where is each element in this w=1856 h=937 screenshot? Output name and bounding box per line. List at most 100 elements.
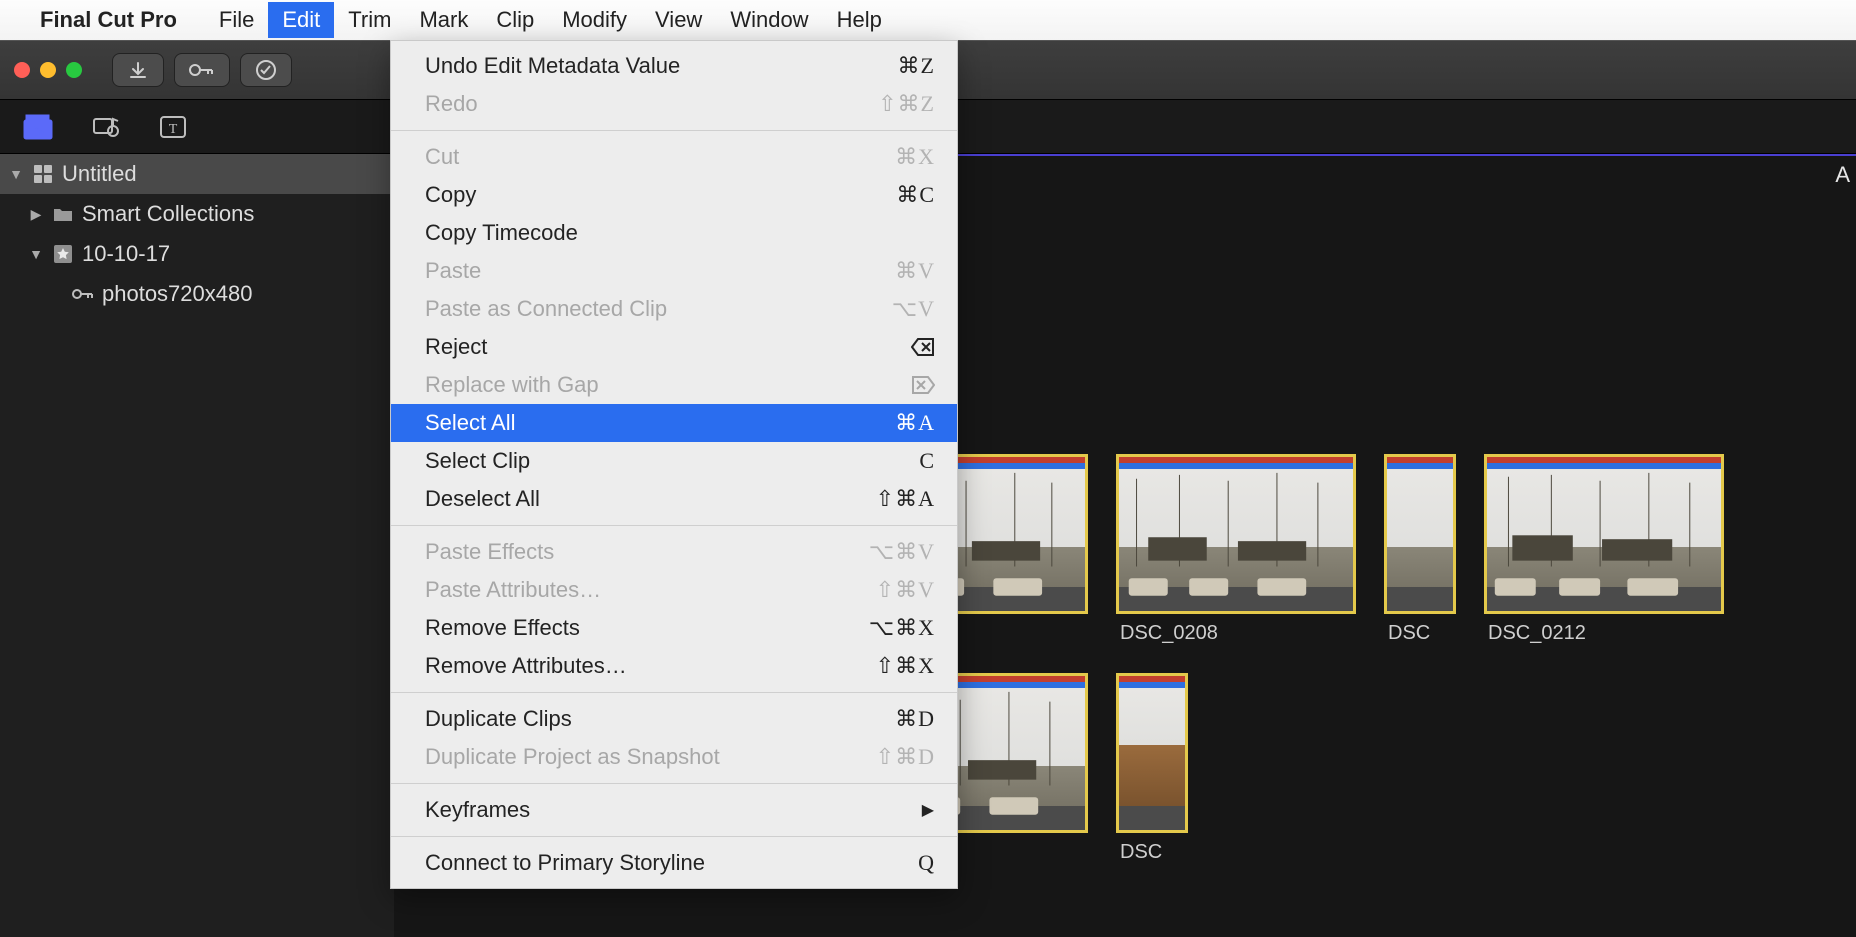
checkmark-circle-icon	[255, 59, 277, 81]
menu-shortcut: ⌘A	[895, 410, 935, 436]
menu-item-keyframes[interactable]: Keyframes▶	[391, 791, 957, 829]
viewer-title-partial: A	[1835, 162, 1850, 188]
menu-shortcut: C	[919, 448, 935, 474]
menu-item-label: Copy	[425, 182, 476, 208]
menu-separator	[391, 525, 957, 526]
window-minimize-button[interactable]	[40, 62, 56, 78]
menu-item-select-all[interactable]: Select All ⌘A	[391, 404, 957, 442]
menu-item-select-clip[interactable]: Select ClipC	[391, 442, 957, 480]
keyword-editor-button[interactable]	[174, 53, 230, 87]
menu-separator	[391, 692, 957, 693]
event-row[interactable]: ▼ 10-10-17	[0, 234, 394, 274]
menu-item-label: Remove Attributes…	[425, 653, 627, 679]
event-star-icon	[52, 243, 74, 265]
keyword-collection-row[interactable]: photos720x480	[0, 274, 394, 314]
menu-item-label: Remove Effects	[425, 615, 580, 641]
clip-thumbnail[interactable]: DSC_0212	[1484, 454, 1724, 645]
menu-item-label: Connect to Primary Storyline	[425, 850, 705, 876]
menu-item-label: Duplicate Clips	[425, 706, 572, 732]
menu-item-cut: Cut ⌘X	[391, 138, 957, 176]
menu-separator	[391, 836, 957, 837]
photos-audio-sidebar-button[interactable]	[90, 111, 122, 143]
menu-file[interactable]: File	[205, 2, 268, 38]
background-tasks-button[interactable]	[240, 53, 292, 87]
clip-caption: DSC_0208	[1116, 622, 1356, 645]
menu-item-label: Paste	[425, 258, 481, 284]
clip-thumbnail[interactable]: DSC_0208	[1116, 454, 1356, 645]
menu-item-remove-attributes[interactable]: Remove Attributes… ⇧⌘X	[391, 647, 957, 685]
menu-item-label: Paste Effects	[425, 539, 554, 565]
library-name: Untitled	[62, 161, 137, 187]
menu-item-paste: Paste⌘V	[391, 252, 957, 290]
menu-shortcut: ⌥V	[892, 296, 935, 322]
menu-item-label: Select All	[425, 410, 516, 436]
menu-item-reject[interactable]: Reject	[391, 328, 957, 366]
menu-item-deselect-all[interactable]: Deselect All⇧⌘A	[391, 480, 957, 518]
folder-icon	[52, 203, 74, 225]
menu-shortcut: ⌘C	[896, 182, 935, 208]
disclosure-triangle-icon[interactable]: ▼	[8, 166, 24, 182]
libraries-sidebar-button[interactable]	[22, 111, 54, 143]
edit-menu-dropdown: Undo Edit Metadata Value ⌘Z Redo ⇧⌘Z Cut ⌘X Co…	[390, 40, 958, 889]
menu-clip[interactable]: Clip	[482, 2, 548, 38]
smart-collections-row[interactable]: ▶ Smart Collections	[0, 194, 394, 234]
app-name[interactable]: Final Cut Pro	[40, 7, 177, 33]
menu-shortcut: ⇧⌘X	[876, 653, 935, 679]
keyword-collection-name: photos720x480	[102, 281, 252, 307]
menu-item-replace-with-gap: Replace with Gap	[391, 366, 957, 404]
menu-shortcut: ⌥⌘V	[869, 539, 935, 565]
menu-item-duplicate-project-as-snapshot: Duplicate Project as Snapshot⇧⌘D	[391, 738, 957, 776]
menu-edit[interactable]: Edit	[268, 2, 334, 38]
menu-separator	[391, 783, 957, 784]
menu-item-copy[interactable]: Copy ⌘C	[391, 176, 957, 214]
traffic-lights	[14, 62, 82, 78]
smart-collections-label: Smart Collections	[82, 201, 254, 227]
library-row[interactable]: ▼ Untitled	[0, 154, 394, 194]
menu-shortcut: ⌘Z	[898, 53, 935, 79]
menu-shortcut: ⌘X	[895, 144, 935, 170]
menu-shortcut: ⌥⌘X	[869, 615, 935, 641]
menu-item-connect-to-primary-storyline[interactable]: Connect to Primary Storyline Q	[391, 844, 957, 882]
menu-help[interactable]: Help	[823, 2, 896, 38]
disclosure-triangle-icon[interactable]: ▼	[28, 246, 44, 262]
menu-window[interactable]: Window	[716, 2, 822, 38]
menu-item-duplicate-clips[interactable]: Duplicate Clips⌘D	[391, 700, 957, 738]
menu-item-paste-as-connected-clip: Paste as Connected Clip ⌥V	[391, 290, 957, 328]
clip-caption: DSC	[1384, 622, 1456, 645]
menu-trim[interactable]: Trim	[334, 2, 405, 38]
menu-item-label: Reject	[425, 334, 487, 360]
download-arrow-icon	[129, 61, 147, 79]
import-button[interactable]	[112, 53, 164, 87]
menu-shortcut: ⇧⌘V	[876, 577, 935, 603]
macos-menubar: Final Cut Pro File Edit Trim Mark Clip M…	[0, 0, 1856, 40]
titles-generators-sidebar-button[interactable]: T	[158, 111, 190, 143]
clip-caption: DSC_0212	[1484, 622, 1724, 645]
key-icon	[189, 62, 215, 78]
menu-shortcut: ⇧⌘Z	[878, 91, 935, 117]
menu-item-copy-timecode[interactable]: Copy Timecode	[391, 214, 957, 252]
menu-modify[interactable]: Modify	[548, 2, 641, 38]
keyword-key-icon	[72, 283, 94, 305]
menu-shortcut: Q	[918, 850, 935, 876]
clip-thumbnail-partial[interactable]: DSC	[1116, 673, 1188, 864]
menu-item-label: Redo	[425, 91, 478, 117]
menu-item-undo-edit-metadata-value[interactable]: Undo Edit Metadata Value ⌘Z	[391, 47, 957, 85]
menu-item-label: Deselect All	[425, 486, 540, 512]
menu-item-label: Undo Edit Metadata Value	[425, 53, 680, 79]
library-icon	[32, 163, 54, 185]
menu-separator	[391, 130, 957, 131]
menu-view[interactable]: View	[641, 2, 716, 38]
window-close-button[interactable]	[14, 62, 30, 78]
menu-item-remove-effects[interactable]: Remove Effects ⌥⌘X	[391, 609, 957, 647]
backspace-key-icon	[911, 338, 935, 356]
menu-item-label: Cut	[425, 144, 459, 170]
clip-caption: DSC	[1116, 841, 1188, 864]
svg-text:T: T	[169, 122, 178, 137]
event-name: 10-10-17	[82, 241, 170, 267]
window-zoom-button[interactable]	[66, 62, 82, 78]
disclosure-triangle-icon[interactable]: ▶	[28, 206, 44, 223]
menu-item-paste-effects: Paste Effects ⌥⌘V	[391, 533, 957, 571]
clip-thumbnail-partial[interactable]: DSC	[1384, 454, 1456, 645]
menu-mark[interactable]: Mark	[405, 2, 482, 38]
menu-item-label: Paste as Connected Clip	[425, 296, 667, 322]
